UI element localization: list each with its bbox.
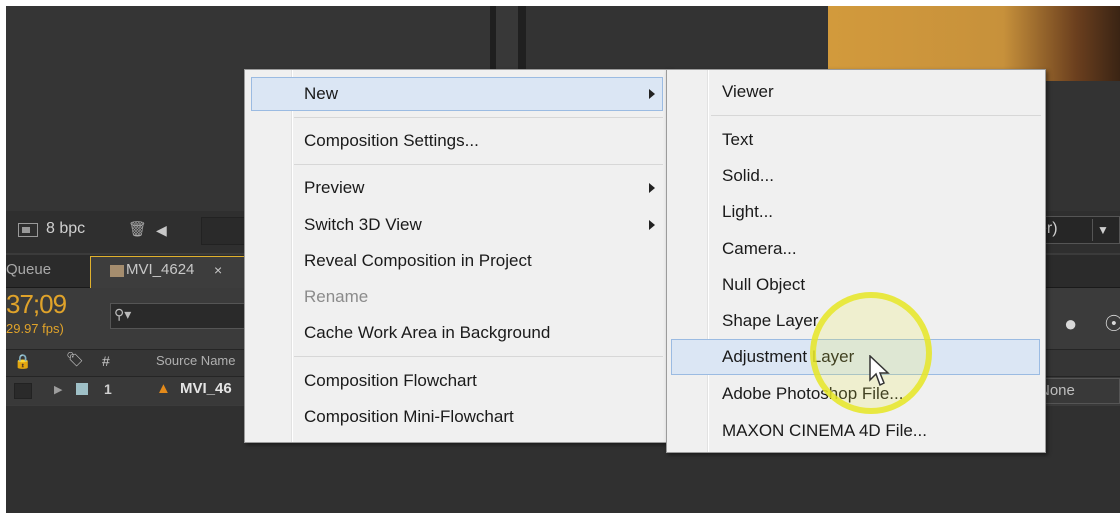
close-icon[interactable]: ×: [214, 262, 222, 278]
submenu-item-light[interactable]: Light...: [722, 197, 773, 227]
menu-item-cache-work-area[interactable]: Cache Work Area in Background: [304, 318, 550, 348]
submenu-item-null-object[interactable]: Null Object: [722, 270, 805, 300]
menu-item-new[interactable]: New: [304, 79, 338, 109]
layer-number: 1: [104, 381, 112, 397]
menu-item-preview[interactable]: Preview: [304, 173, 364, 203]
menu-separator: [294, 117, 663, 118]
bpc-label[interactable]: 8 bpc: [46, 220, 85, 238]
submenu-arrow-icon: [649, 220, 655, 230]
context-menu: New Composition Settings... Preview Swit…: [244, 69, 670, 443]
submenu-item-cinema4d-file[interactable]: MAXON CINEMA 4D File...: [722, 416, 927, 446]
label-tag-icon: 🏷: [66, 351, 84, 367]
motion-blur-icon[interactable]: ●: [1064, 311, 1077, 337]
mouse-pointer-icon: [869, 355, 890, 387]
menu-icon-gutter: [291, 70, 293, 442]
menu-item-reveal-composition[interactable]: Reveal Composition in Project: [304, 246, 532, 276]
fps-label: 29.97 fps): [6, 321, 64, 336]
submenu-item-text[interactable]: Text: [722, 125, 753, 155]
expand-triangle-icon[interactable]: ▶: [54, 383, 62, 396]
menu-item-composition-flowchart[interactable]: Composition Flowchart: [304, 366, 477, 396]
menu-separator: [294, 164, 663, 165]
menu-item-composition-settings[interactable]: Composition Settings...: [304, 126, 479, 156]
tab-render-queue[interactable]: Queue: [6, 261, 51, 278]
visibility-toggle[interactable]: [14, 383, 32, 399]
bpc-icon[interactable]: [18, 223, 38, 237]
layer-label-color[interactable]: [76, 383, 88, 395]
layer-number-header: #: [102, 353, 110, 369]
source-name-header[interactable]: Source Name: [156, 353, 235, 368]
layer-name[interactable]: MVI_46: [180, 380, 232, 397]
trash-icon[interactable]: 🗑: [128, 222, 147, 238]
submenu-arrow-icon: [649, 89, 655, 99]
submenu-item-solid[interactable]: Solid...: [722, 161, 774, 191]
cursor-highlight-ring: [810, 292, 932, 414]
menu-item-composition-mini-flowchart[interactable]: Composition Mini-Flowchart: [304, 402, 514, 432]
composition-icon: [110, 265, 124, 277]
submenu-item-viewer[interactable]: Viewer: [722, 77, 774, 107]
menu-item-rename: Rename: [304, 287, 369, 306]
chevron-down-icon[interactable]: ▼: [1092, 219, 1113, 241]
submenu-item-camera[interactable]: Camera...: [722, 234, 797, 264]
scroll-left-icon[interactable]: ◀: [156, 222, 167, 239]
tab-composition-label: MVI_4624: [126, 261, 195, 278]
lock-icon: 🔒: [14, 353, 32, 369]
menu-item-switch-3d-view[interactable]: Switch 3D View: [304, 210, 422, 240]
submenu-item-shape-layer[interactable]: Shape Layer: [722, 306, 818, 336]
search-icon: ⚲▾: [114, 306, 132, 322]
menu-separator: [294, 356, 663, 357]
submenu-arrow-icon: [649, 183, 655, 193]
vlc-cone-icon: ▲: [156, 380, 171, 397]
menu-icon-gutter: [707, 70, 709, 452]
current-time-display[interactable]: 37;09: [6, 289, 67, 320]
menu-separator: [711, 115, 1041, 116]
graph-editor-icon[interactable]: ☉: [1104, 311, 1120, 337]
